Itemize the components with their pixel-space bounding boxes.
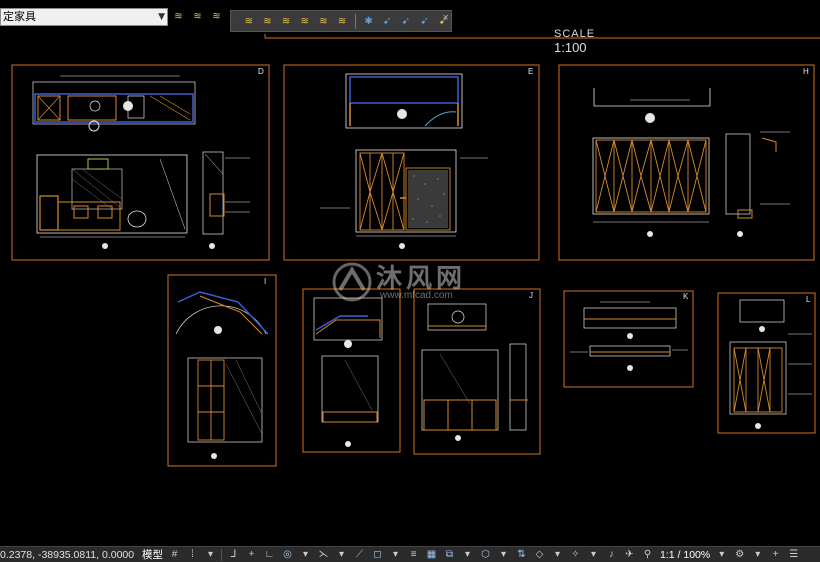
customize-menu-icon[interactable]: ☰ bbox=[787, 549, 800, 560]
gear-icon[interactable]: ⚙ bbox=[733, 549, 746, 560]
drawing-sheet-j bbox=[302, 288, 401, 453]
lineweight-icon[interactable]: ≡ bbox=[407, 549, 420, 560]
chevron-down-icon[interactable]: ▼ bbox=[158, 9, 165, 25]
layer-toolbar-panel: ≋ ≋ ≋ ≋ ≋ ≋ ✱ ➹ ➹ ➹ ➹ ✕ bbox=[230, 10, 452, 32]
coordinate-readout: 0.2378, -38935.0811, 0.0000 bbox=[0, 548, 135, 561]
chevron-down-icon[interactable]: ▾ bbox=[204, 549, 217, 560]
model-space-button[interactable]: 模型 bbox=[142, 547, 163, 562]
dynamic-input-icon[interactable]: + bbox=[245, 549, 258, 560]
3d-osnap-icon[interactable]: ⬡ bbox=[479, 549, 492, 560]
sheet-tag-e: E bbox=[528, 67, 533, 76]
selection-cycling-icon[interactable]: ⧉ bbox=[443, 549, 456, 560]
layer-dropdown-value: 定家具 bbox=[3, 10, 36, 23]
close-icon[interactable]: ✕ bbox=[442, 13, 449, 22]
layer-merge-icon[interactable]: ≋ bbox=[334, 13, 350, 30]
drawing-sheet-h: H bbox=[558, 64, 815, 261]
layer-lock-icon[interactable]: ≋ bbox=[316, 13, 332, 30]
layer-unisolate-icon[interactable]: ≋ bbox=[260, 13, 276, 30]
ortho-icon[interactable]: ∟ bbox=[263, 549, 276, 560]
layer-change-icon[interactable]: ➹ bbox=[398, 13, 414, 30]
chevron-down-icon[interactable]: ▾ bbox=[461, 549, 474, 560]
layer-off-icon[interactable]: ≋ bbox=[278, 13, 294, 30]
layer-previous-icon[interactable]: ≋ bbox=[189, 8, 206, 25]
chevron-down-icon[interactable]: ▾ bbox=[551, 549, 564, 560]
layer-copy-icon[interactable]: ➹ bbox=[417, 13, 433, 30]
top-toolbar: 定家具 ▼ ≋ ≋ ≋ ≋ ≋ ≋ ≋ ≋ ≋ ✱ ➹ ➹ ➹ ➹ ✕ SCAL… bbox=[0, 0, 820, 55]
sheet-tag-k: J bbox=[529, 291, 533, 300]
infer-constraints-icon[interactable]: ⅃ bbox=[227, 549, 240, 560]
object-snap-tracking-icon[interactable]: ⟋ bbox=[353, 549, 366, 560]
dynamic-ucs-icon[interactable]: ⇅ bbox=[515, 549, 528, 560]
snap-icon[interactable]: ⁞ bbox=[186, 549, 199, 560]
isodraft-icon[interactable]: ⋋ bbox=[317, 549, 330, 560]
chevron-down-icon[interactable]: ▾ bbox=[299, 549, 312, 560]
auto-scale-icon[interactable]: ✈ bbox=[623, 549, 636, 560]
status-bar: 0.2378, -38935.0811, 0.0000 模型 # ⁞ ▾ ⅃ +… bbox=[0, 546, 820, 562]
layer-match-icon[interactable]: ➹ bbox=[379, 13, 395, 30]
drawing-sheet-k: J bbox=[413, 288, 541, 455]
annotation-visibility-icon[interactable]: ♪ bbox=[605, 549, 618, 560]
layer-properties-icon[interactable]: ≋ bbox=[170, 8, 187, 25]
polar-tracking-icon[interactable]: ◎ bbox=[281, 549, 294, 560]
object-snap-icon[interactable]: ◻ bbox=[371, 549, 384, 560]
sheet-tag-l: K bbox=[683, 292, 689, 301]
chevron-down-icon[interactable]: ▾ bbox=[335, 549, 348, 560]
chevron-down-icon[interactable]: ▾ bbox=[715, 549, 728, 560]
layer-freeze-icon[interactable]: ≋ bbox=[297, 13, 313, 30]
chevron-down-icon[interactable]: ▾ bbox=[751, 549, 764, 560]
sheet-tag-d: D bbox=[258, 67, 264, 76]
layer-dropdown[interactable]: 定家具 ▼ bbox=[0, 8, 168, 26]
annotation-scale-readout[interactable]: 1:1 / 100% bbox=[660, 549, 710, 561]
drawing-sheet-l: K bbox=[563, 290, 694, 388]
transparency-icon[interactable]: ▦ bbox=[425, 549, 438, 560]
plus-icon[interactable]: + bbox=[769, 549, 782, 560]
selection-filter-icon[interactable]: ◇ bbox=[533, 549, 546, 560]
toolbar-separator bbox=[354, 13, 356, 29]
grid-icon[interactable]: # bbox=[168, 549, 181, 560]
layer-walk-icon[interactable]: ✱ bbox=[361, 13, 377, 30]
chevron-down-icon[interactable]: ▾ bbox=[497, 549, 510, 560]
layer-tools-group: ≋ ≋ ≋ bbox=[170, 8, 225, 28]
chevron-down-icon[interactable]: ▾ bbox=[389, 549, 402, 560]
layer-state-icon[interactable]: ≋ bbox=[208, 8, 225, 25]
drawing-sheet-i: I bbox=[167, 274, 277, 467]
drawing-sheet-e: E bbox=[283, 64, 540, 261]
status-separator bbox=[221, 548, 222, 561]
gizmo-icon[interactable]: ✧ bbox=[569, 549, 582, 560]
watermark-url: www.mfcad.com bbox=[380, 290, 453, 301]
sheet-tag-i: I bbox=[264, 277, 266, 286]
sheet-tag-h: H bbox=[803, 67, 809, 76]
drawing-sheet-d: D bbox=[11, 64, 270, 261]
sheet-tag-m: L bbox=[806, 295, 811, 304]
drawing-sheet-m: L bbox=[717, 292, 816, 434]
watermark-logo-icon bbox=[332, 262, 372, 302]
layer-isolate-icon[interactable]: ≋ bbox=[241, 13, 257, 30]
chevron-down-icon[interactable]: ▾ bbox=[587, 549, 600, 560]
annotation-scale-icon[interactable]: ⚲ bbox=[641, 549, 654, 560]
watermark: 沐风网 www.mfcad.com bbox=[330, 258, 500, 308]
